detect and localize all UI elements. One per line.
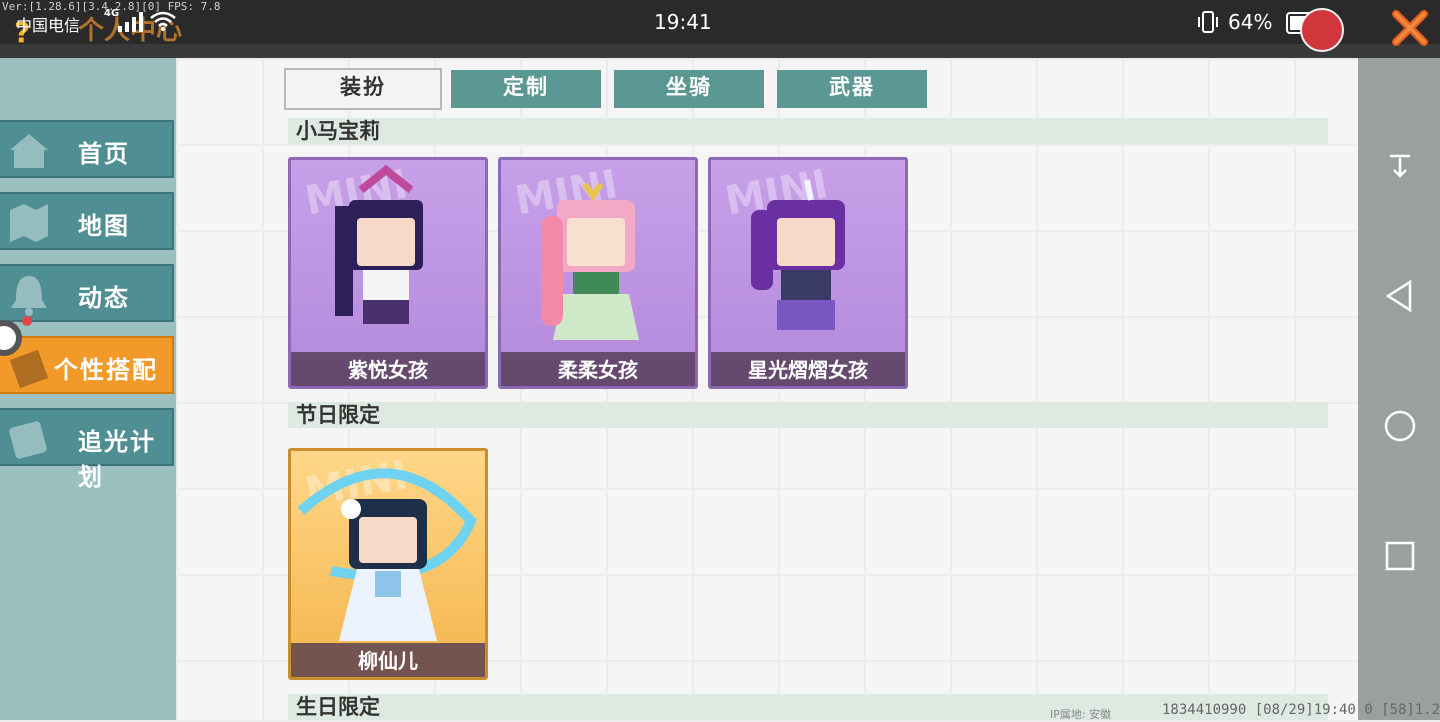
- sidebar-item-plan[interactable]: 追光计划: [0, 408, 174, 491]
- account-info: 1834410990 [08/29]19:40 0 [58]1.28.6: [1162, 702, 1440, 718]
- notification-dot: [22, 316, 32, 326]
- home-icon: [10, 134, 48, 168]
- sidebar-item-dynamic[interactable]: 动态: [0, 264, 174, 322]
- main-panel: 装扮 定制 坐骑 武器 小马宝莉 MINI 紫悦女孩 MINI 柔柔女孩 MIN…: [176, 58, 1358, 720]
- signal-icon: [118, 12, 143, 32]
- sidebar-item-outfit[interactable]: 个性搭配: [0, 336, 174, 394]
- sidebar-item-label: 个性搭配: [54, 356, 158, 384]
- home-circle-icon[interactable]: [1384, 410, 1416, 442]
- outfit-card[interactable]: MINI 星光熠熠女孩: [708, 157, 908, 389]
- outfit-card[interactable]: MINI 柳仙儿: [288, 448, 488, 680]
- outfit-name: 柔柔女孩: [501, 352, 695, 386]
- sidebar-item-label: 地图: [78, 212, 130, 240]
- system-nav-bar: [1358, 58, 1440, 720]
- network-type: 4G: [104, 8, 120, 19]
- tab-mount[interactable]: 坐骑: [614, 70, 764, 108]
- sidebar-item-home[interactable]: 首页: [0, 120, 174, 178]
- map-icon: [10, 204, 48, 242]
- character-image: [751, 179, 845, 330]
- battery-percent: 64%: [1228, 10, 1273, 34]
- outfit-name: 柳仙儿: [291, 643, 485, 677]
- bell-icon: [11, 276, 47, 316]
- section-title: 小马宝莉: [288, 118, 1328, 144]
- recents-icon[interactable]: [1384, 540, 1416, 572]
- character-image: [297, 468, 477, 641]
- sidebar-item-map[interactable]: 地图: [0, 192, 174, 250]
- character-image: [335, 164, 423, 324]
- wifi-icon: [150, 11, 176, 31]
- outfit-card[interactable]: MINI 紫悦女孩: [288, 157, 488, 389]
- outfit-name: 星光熠熠女孩: [711, 352, 905, 386]
- sidebar-item-label: 追光计划: [78, 428, 156, 491]
- back-icon[interactable]: [1384, 280, 1416, 312]
- sidebar: 首页 地图 动态 个性搭配 追光计划: [0, 58, 176, 720]
- carrier-label: 中国电信: [16, 16, 81, 35]
- pin-icon[interactable]: [1384, 150, 1416, 182]
- clock: 19:41: [654, 10, 712, 34]
- section-title: 节日限定: [288, 402, 1328, 428]
- close-red-button[interactable]: [1300, 8, 1344, 52]
- character-image: [541, 182, 639, 340]
- vibrate-icon: [1198, 11, 1218, 33]
- outfit-name: 紫悦女孩: [291, 352, 485, 386]
- sidebar-item-label: 首页: [78, 140, 130, 168]
- plan-icon: [9, 421, 47, 459]
- outfit-card[interactable]: MINI 柔柔女孩: [498, 157, 698, 389]
- header-band: [0, 44, 1440, 58]
- sidebar-item-label: 动态: [78, 284, 130, 312]
- status-bar: 个人中心 ? Ver:[1.28.6][3.4.2.8][0] FPS: 7.8…: [0, 0, 1440, 49]
- tab-dress-up[interactable]: 装扮: [284, 68, 442, 110]
- tab-weapon[interactable]: 武器: [777, 70, 927, 108]
- tab-customize[interactable]: 定制: [451, 70, 601, 108]
- close-icon[interactable]: [1388, 6, 1432, 50]
